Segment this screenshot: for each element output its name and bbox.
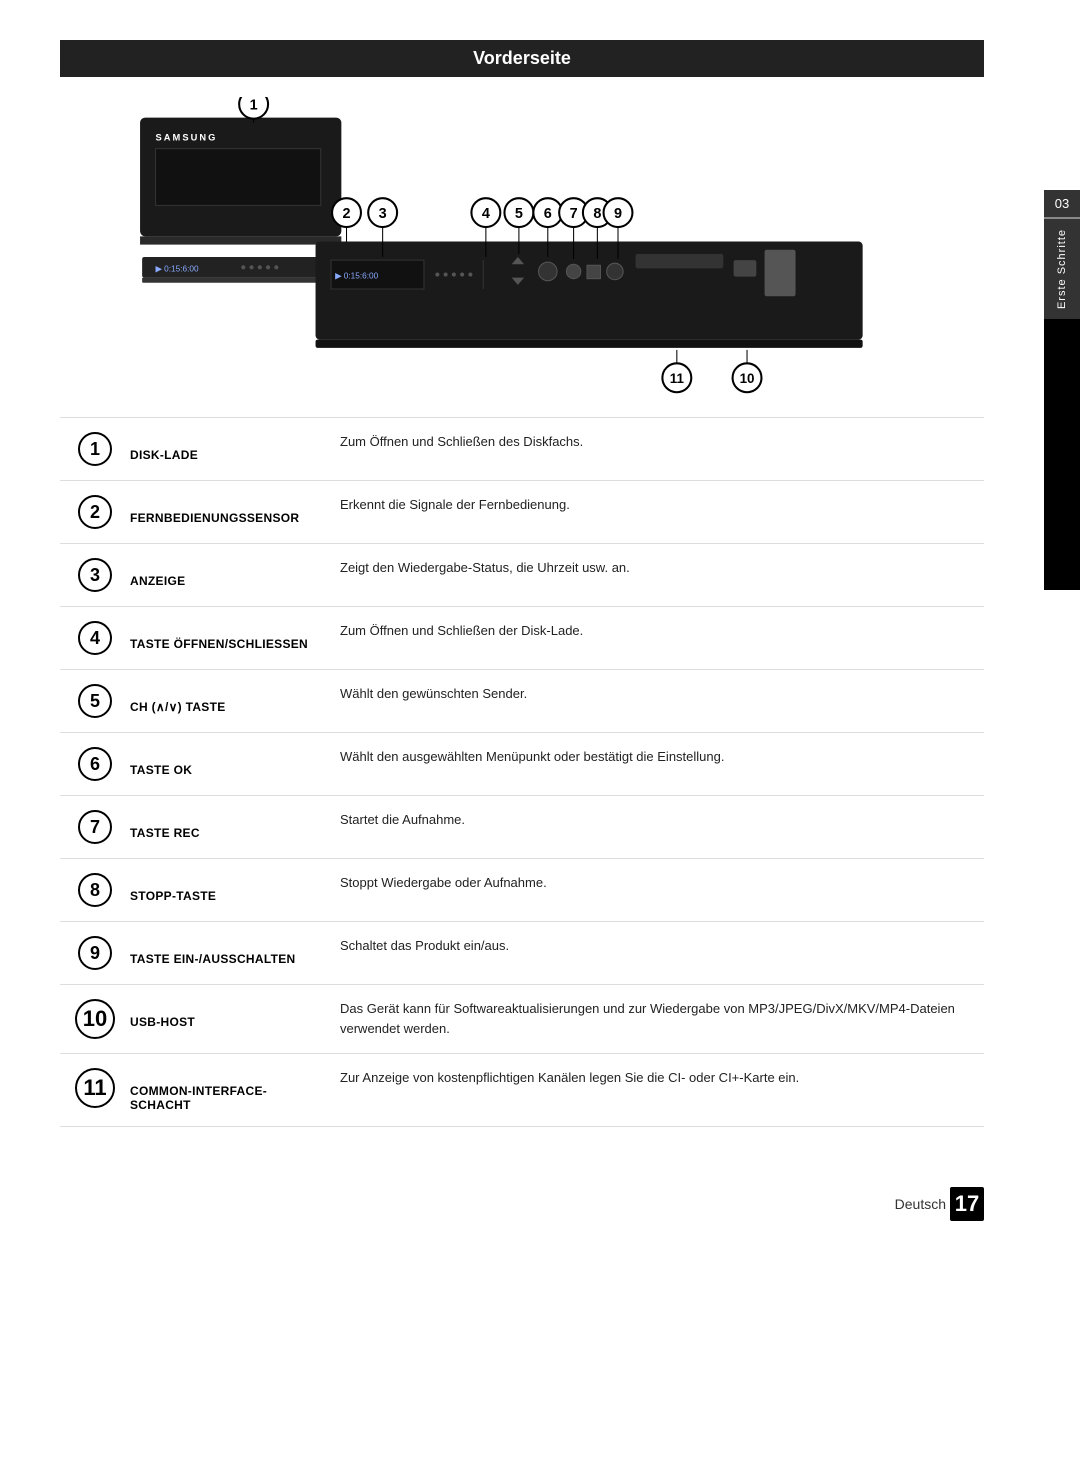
number-badge: 1 xyxy=(78,432,112,466)
number-badge: 8 xyxy=(78,873,112,907)
number-badge: 6 xyxy=(78,747,112,781)
item-number: 4 xyxy=(60,621,130,655)
item-row: 10 USB-HOST Das Gerät kann für Softwarea… xyxy=(60,985,984,1054)
svg-text:4: 4 xyxy=(482,206,490,222)
main-content: Vorderseite SAMSUNG ▶ 0:15:6:00 xyxy=(0,0,1044,1167)
item-row: 7 TASTE REC Startet die Aufnahme. xyxy=(60,796,984,859)
svg-text:SAMSUNG: SAMSUNG xyxy=(156,132,218,142)
item-number: 10 xyxy=(60,999,130,1039)
footer: Deutsch 17 xyxy=(0,1167,1044,1231)
svg-text:3: 3 xyxy=(379,206,387,222)
item-label: TASTE EIN-/AUSSCHALTEN xyxy=(130,936,340,966)
item-number: 6 xyxy=(60,747,130,781)
item-number: 11 xyxy=(60,1068,130,1108)
item-description: Zeigt den Wiedergabe-Status, die Uhrzeit… xyxy=(340,558,984,578)
svg-text:▶ 0:15:6:00: ▶ 0:15:6:00 xyxy=(335,272,378,281)
item-number: 3 xyxy=(60,558,130,592)
item-description: Wählt den ausgewählten Menüpunkt oder be… xyxy=(340,747,984,767)
number-badge: 7 xyxy=(78,810,112,844)
item-label: STOPP-TASTE xyxy=(130,873,340,903)
svg-text:8: 8 xyxy=(593,206,601,222)
number-badge: 9 xyxy=(78,936,112,970)
item-label: USB-HOST xyxy=(130,999,340,1029)
number-badge: 4 xyxy=(78,621,112,655)
svg-text:▶ 0:15:6:00: ▶ 0:15:6:00 xyxy=(156,264,199,273)
item-label: COMMON-INTERFACE- SCHACHT xyxy=(130,1068,340,1112)
item-description: Zum Öffnen und Schließen des Diskfachs. xyxy=(340,432,984,452)
section-label: Erste Schritte xyxy=(1052,219,1072,319)
item-number: 2 xyxy=(60,495,130,529)
item-number: 1 xyxy=(60,432,130,466)
svg-text:2: 2 xyxy=(343,206,351,222)
item-label: ANZEIGE xyxy=(130,558,340,588)
item-row: 8 STOPP-TASTE Stoppt Wiedergabe oder Auf… xyxy=(60,859,984,922)
language-label: Deutsch xyxy=(895,1196,946,1212)
svg-text:7: 7 xyxy=(570,206,578,222)
number-badge: 5 xyxy=(78,684,112,718)
item-label: FERNBEDIENUNGSSENSOR xyxy=(130,495,340,525)
item-number: 8 xyxy=(60,873,130,907)
item-description: Startet die Aufnahme. xyxy=(340,810,984,830)
item-description: Stoppt Wiedergabe oder Aufnahme. xyxy=(340,873,984,893)
page-number: 17 xyxy=(950,1187,984,1221)
item-description: Wählt den gewünschten Sender. xyxy=(340,684,984,704)
section-header: Vorderseite xyxy=(60,40,984,77)
item-number: 7 xyxy=(60,810,130,844)
svg-text:6: 6 xyxy=(544,206,552,222)
svg-text:10: 10 xyxy=(740,371,755,386)
number-badge: 10 xyxy=(75,999,115,1039)
item-label: TASTE REC xyxy=(130,810,340,840)
svg-text:5: 5 xyxy=(515,206,523,222)
item-label: DISK-LADE xyxy=(130,432,340,462)
item-row: 6 TASTE OK Wählt den ausgewählten Menüpu… xyxy=(60,733,984,796)
svg-text:1: 1 xyxy=(250,97,258,113)
item-description: Zur Anzeige von kostenpflichtigen Kanäle… xyxy=(340,1068,984,1088)
item-label: TASTE ÖFFNEN/SCHLIESSEN xyxy=(130,621,340,651)
svg-text:11: 11 xyxy=(670,371,685,386)
side-tab: 03 Erste Schritte xyxy=(1044,190,1080,590)
number-badge: 2 xyxy=(78,495,112,529)
item-number: 9 xyxy=(60,936,130,970)
item-row: 5 CH (∧/∨) TASTE Wählt den gewünschten S… xyxy=(60,670,984,733)
items-list: 1 DISK-LADE Zum Öffnen und Schließen des… xyxy=(60,417,984,1127)
number-badge: 11 xyxy=(75,1068,115,1108)
svg-text:9: 9 xyxy=(614,206,622,222)
section-number: 03 xyxy=(1055,190,1069,217)
item-description: Zum Öffnen und Schließen der Disk-Lade. xyxy=(340,621,984,641)
item-row: 2 FERNBEDIENUNGSSENSOR Erkennt die Signa… xyxy=(60,481,984,544)
number-badge: 3 xyxy=(78,558,112,592)
device-diagram: SAMSUNG ▶ 0:15:6:00 ▶ 0:15:6:00 xyxy=(72,97,972,417)
item-row: 1 DISK-LADE Zum Öffnen und Schließen des… xyxy=(60,418,984,481)
item-row: 11 COMMON-INTERFACE- SCHACHT Zur Anzeige… xyxy=(60,1054,984,1127)
item-description: Erkennt die Signale der Fernbedienung. xyxy=(340,495,984,515)
item-label: TASTE OK xyxy=(130,747,340,777)
item-description: Das Gerät kann für Softwareaktualisierun… xyxy=(340,999,984,1038)
item-number: 5 xyxy=(60,684,130,718)
item-row: 9 TASTE EIN-/AUSSCHALTEN Schaltet das Pr… xyxy=(60,922,984,985)
item-row: 3 ANZEIGE Zeigt den Wiedergabe-Status, d… xyxy=(60,544,984,607)
item-label: CH (∧/∨) TASTE xyxy=(130,684,340,714)
item-description: Schaltet das Produkt ein/aus. xyxy=(340,936,984,956)
item-row: 4 TASTE ÖFFNEN/SCHLIESSEN Zum Öffnen und… xyxy=(60,607,984,670)
